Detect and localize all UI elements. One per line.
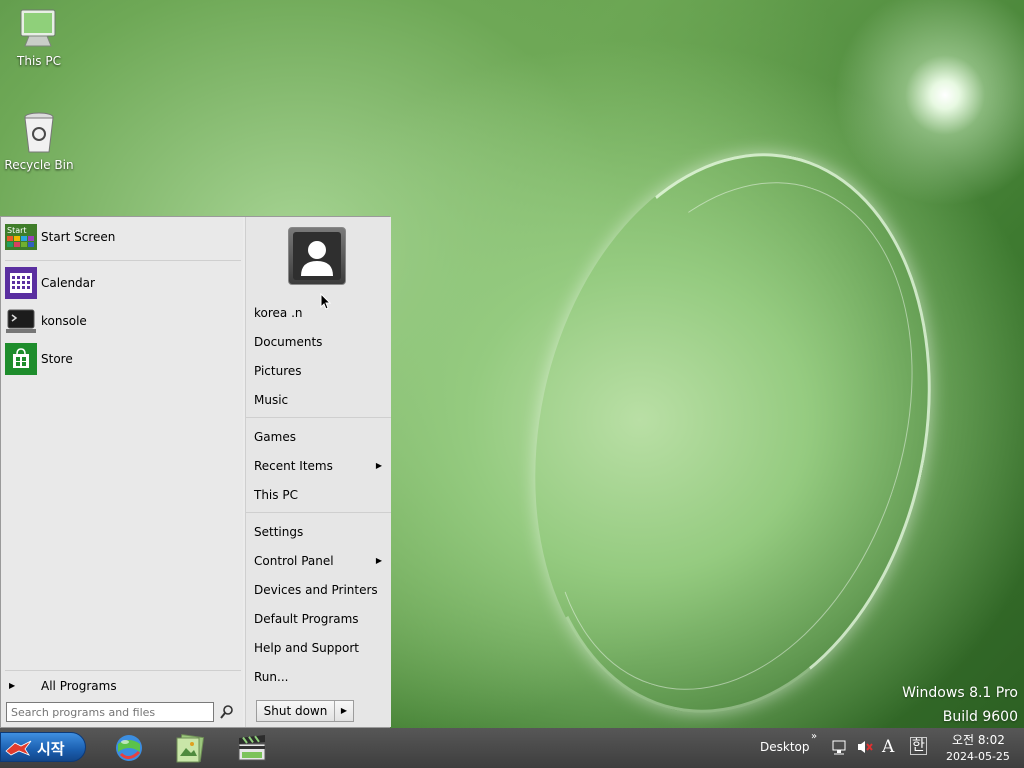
pinned-item-konsole[interactable]: konsole xyxy=(5,304,241,338)
clock-date[interactable]: 2024-05-25 xyxy=(946,750,1010,763)
pinned-item-label: Calendar xyxy=(41,276,95,290)
terminal-icon xyxy=(5,305,37,337)
search-input[interactable] xyxy=(6,702,214,722)
start-menu-programs-pane: Start Start Screen Calendar konsole Stor… xyxy=(1,217,243,727)
places-item-run[interactable]: Run... xyxy=(254,666,386,688)
control-panel-label: Control Panel xyxy=(254,554,334,568)
recycle-bin-icon xyxy=(17,110,61,154)
pinned-item-label: Store xyxy=(41,352,73,366)
chevron-double-icon[interactable]: » xyxy=(811,731,817,742)
user-name-link[interactable]: korea .n xyxy=(254,302,386,324)
places-item-pictures[interactable]: Pictures xyxy=(254,360,386,382)
desktop-icon-label: This PC xyxy=(17,54,61,68)
start-screen-icon: Start xyxy=(5,221,37,253)
places-item-settings[interactable]: Settings xyxy=(254,521,386,543)
pinned-item-store[interactable]: Store xyxy=(5,342,241,376)
pinned-item-label: konsole xyxy=(41,314,87,328)
places-item-default-programs[interactable]: Default Programs xyxy=(254,608,386,630)
start-button[interactable]: 시작 xyxy=(0,732,86,762)
computer-icon xyxy=(17,6,61,50)
places-item-devices-and-printers[interactable]: Devices and Printers xyxy=(254,579,386,601)
taskbar: 시작 Desktop » A 한 오전 8:02 2024-05-25 xyxy=(0,728,1024,768)
places-item-help-and-support[interactable]: Help and Support xyxy=(254,637,386,659)
taskbar-app-photos[interactable] xyxy=(174,732,206,764)
start-menu-places-pane: korea .n Documents Pictures Music Games … xyxy=(245,217,391,727)
start-tile-text: Start xyxy=(7,226,27,235)
recent-items-label: Recent Items xyxy=(254,459,333,473)
start-menu: Start Start Screen Calendar konsole Stor… xyxy=(0,216,391,728)
taskbar-app-browser[interactable] xyxy=(113,732,145,764)
shutdown-button[interactable]: Shut down xyxy=(257,701,335,721)
all-programs-item[interactable]: ▶ All Programs xyxy=(5,676,241,696)
desktop-icon-recycle-bin[interactable]: Recycle Bin xyxy=(1,110,77,172)
ime-mode-indicator[interactable]: A xyxy=(882,737,894,757)
places-item-recent-items[interactable]: Recent Items ▶ xyxy=(254,455,386,477)
user-avatar-icon xyxy=(293,232,341,280)
shutdown-options-button[interactable]: ▶ xyxy=(335,701,353,721)
wallpaper-ring xyxy=(485,116,981,750)
separator xyxy=(246,512,391,513)
separator xyxy=(5,260,241,261)
calendar-icon xyxy=(5,267,37,299)
chevron-right-icon: ▶ xyxy=(9,681,16,690)
start-logo-icon xyxy=(5,739,33,761)
places-item-games[interactable]: Games xyxy=(254,426,386,448)
os-watermark-line2: Build 9600 xyxy=(942,709,1018,725)
shutdown-split-button: Shut down ▶ xyxy=(256,700,354,722)
all-programs-label: All Programs xyxy=(41,679,117,693)
start-button-label: 시작 xyxy=(37,740,65,758)
separator xyxy=(5,670,241,671)
desktop-toolbar-label[interactable]: Desktop xyxy=(760,740,810,754)
chevron-right-icon: ▶ xyxy=(340,706,348,715)
search-icon[interactable] xyxy=(219,704,235,720)
pinned-item-start-screen[interactable]: Start Start Screen xyxy=(5,220,241,254)
store-icon xyxy=(5,343,37,375)
language-indicator[interactable]: 한 xyxy=(910,737,927,755)
desktop-icon-this-pc[interactable]: This PC xyxy=(1,6,77,68)
taskbar-app-video[interactable] xyxy=(236,732,268,764)
clapperboard-icon xyxy=(238,735,266,761)
photo-viewer-icon xyxy=(176,734,205,763)
wallpaper-ring-inner xyxy=(487,134,975,738)
places-item-documents[interactable]: Documents xyxy=(254,331,386,353)
os-watermark-line1: Windows 8.1 Pro xyxy=(902,685,1018,701)
separator xyxy=(246,417,391,418)
clock-time[interactable]: 오전 8:02 xyxy=(952,731,1005,748)
places-item-this-pc[interactable]: This PC xyxy=(254,484,386,506)
user-picture[interactable] xyxy=(288,227,346,285)
places-item-control-panel[interactable]: Control Panel ▶ xyxy=(254,550,386,572)
desktop-icon-label: Recycle Bin xyxy=(4,158,74,172)
network-icon[interactable] xyxy=(831,739,847,758)
pinned-item-calendar[interactable]: Calendar xyxy=(5,266,241,300)
chevron-right-icon: ▶ xyxy=(375,556,382,565)
pinned-item-label: Start Screen xyxy=(41,230,116,244)
volume-muted-icon[interactable] xyxy=(856,739,874,758)
browser-globe-icon xyxy=(116,735,142,761)
places-item-music[interactable]: Music xyxy=(254,389,386,411)
chevron-right-icon: ▶ xyxy=(375,461,382,470)
